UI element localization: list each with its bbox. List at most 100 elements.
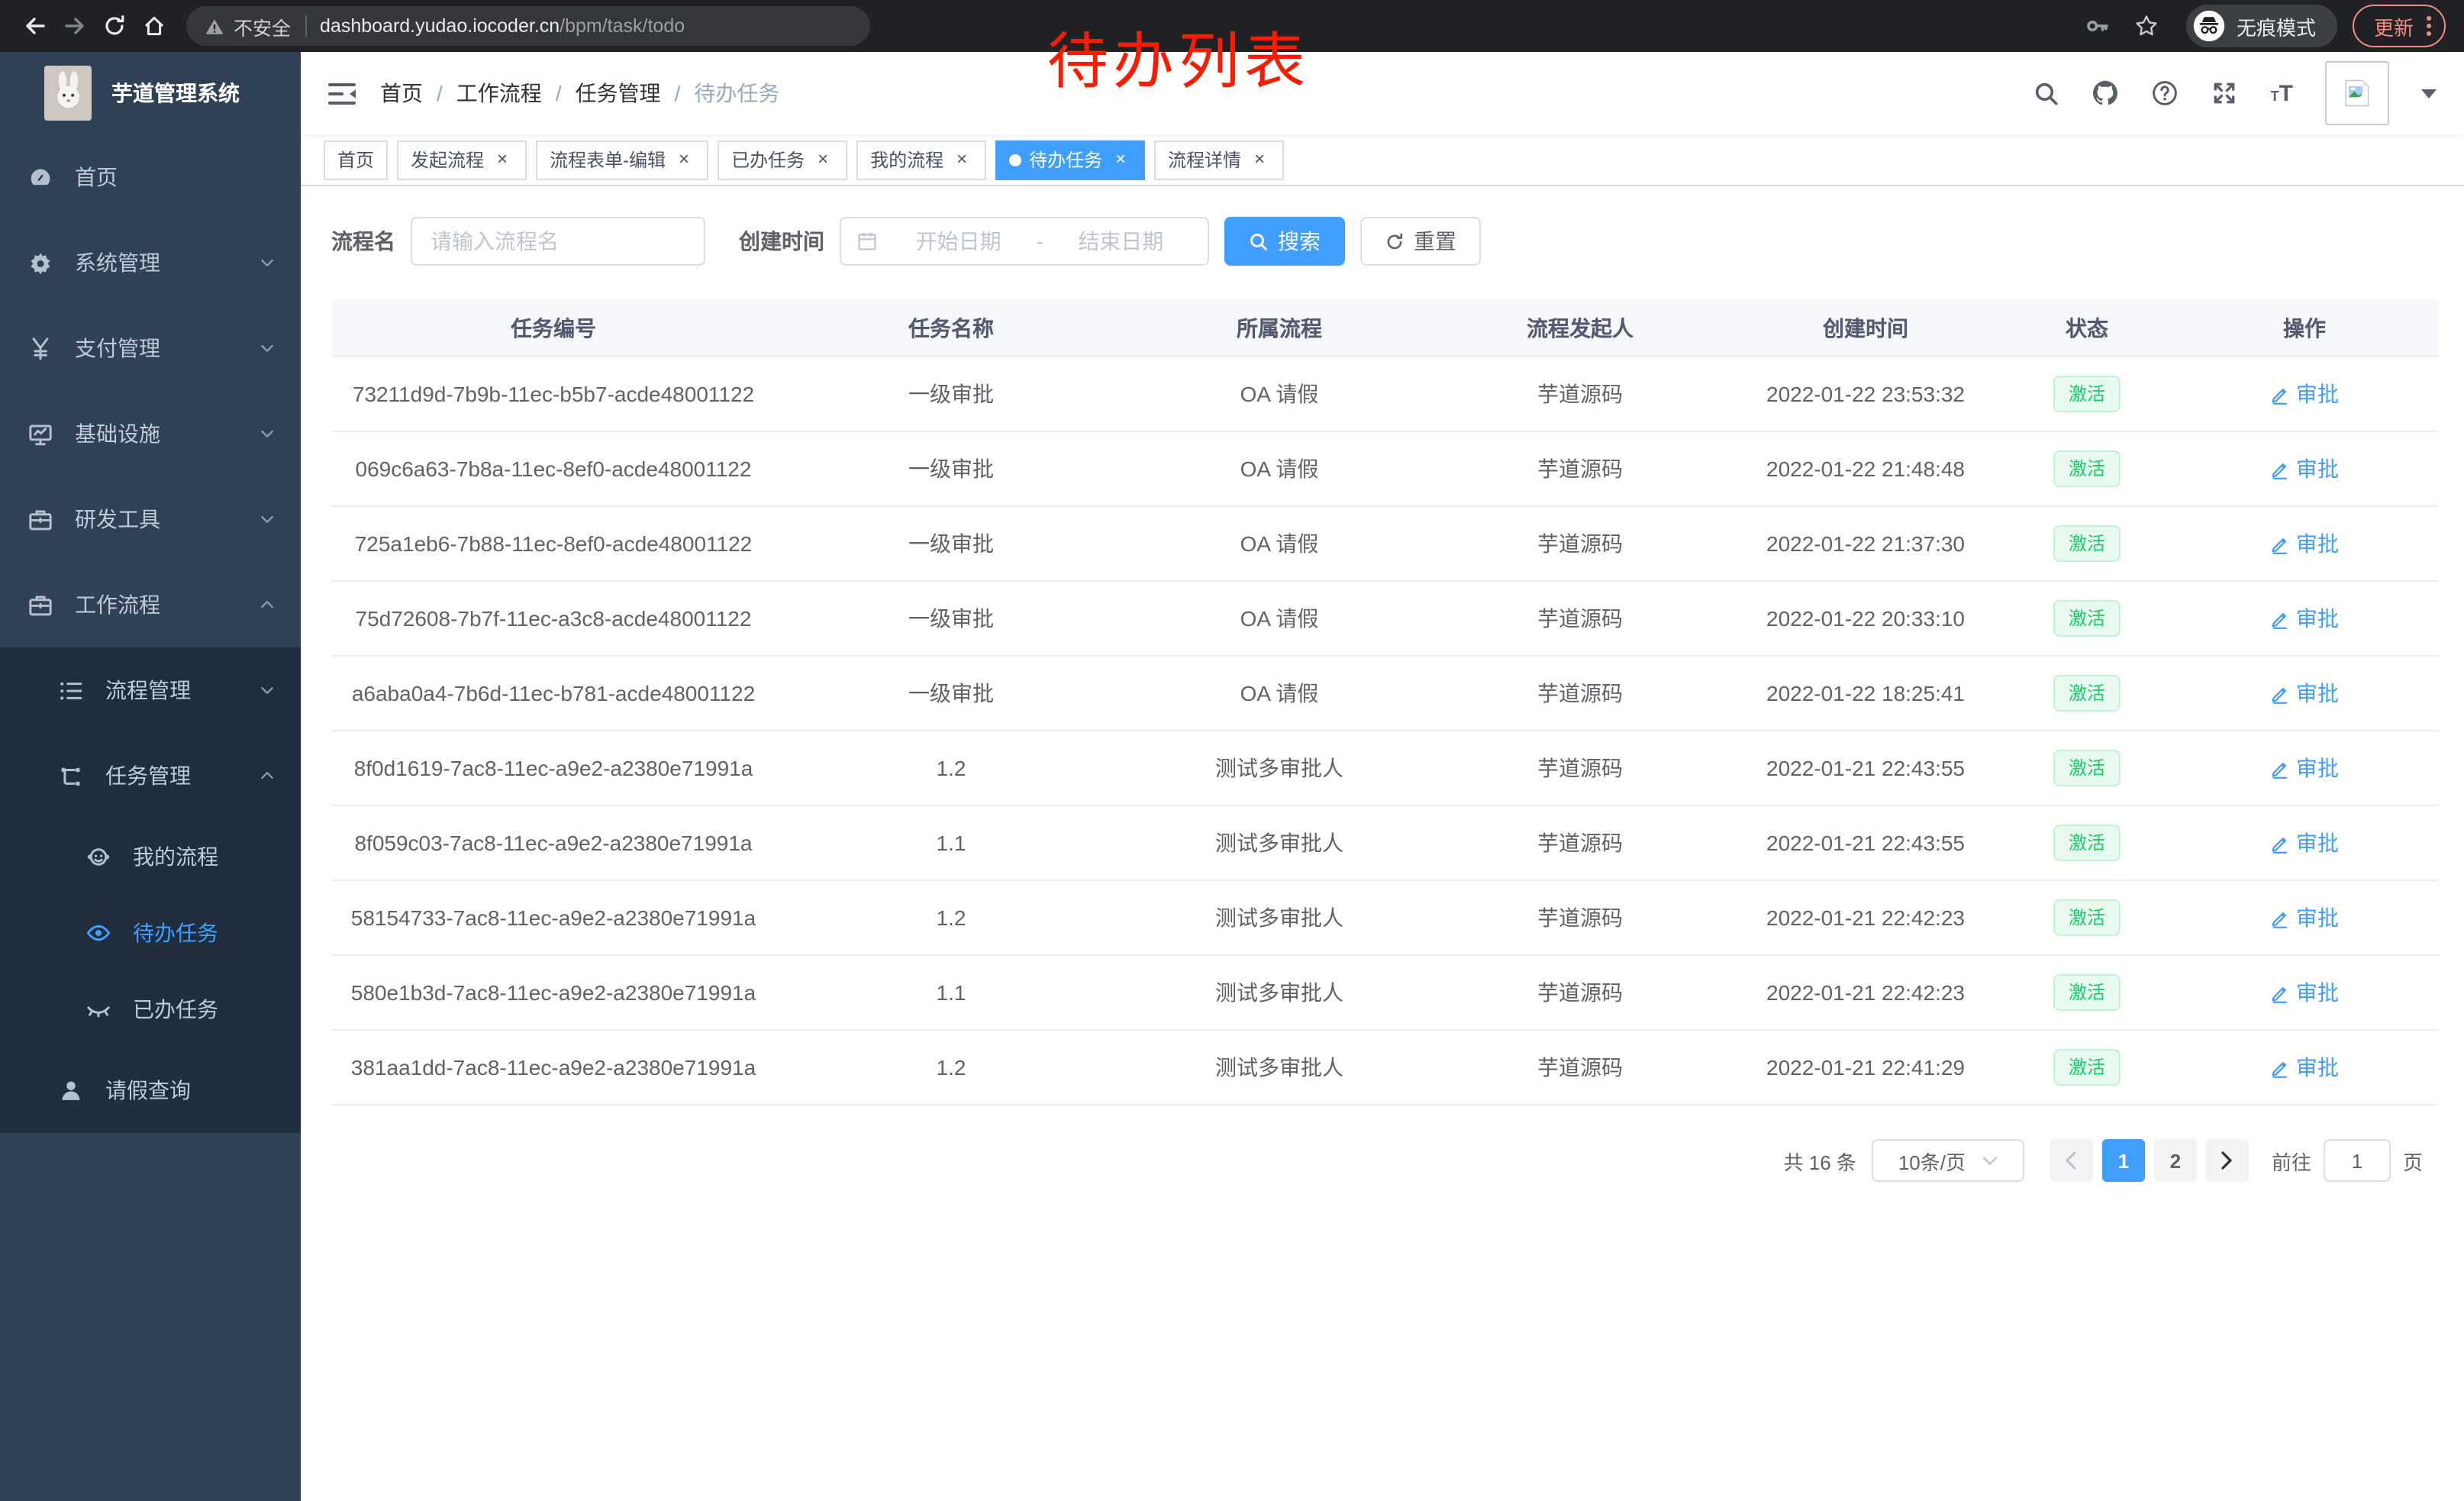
approve-button[interactable]: 审批: [2270, 902, 2339, 933]
tab-首页[interactable]: 首页: [324, 140, 388, 179]
sidebar-item-task-mgmt[interactable]: 任务管理: [0, 733, 301, 818]
tab-流程详情[interactable]: 流程详情 ×: [1154, 140, 1284, 179]
tab-close-icon[interactable]: ×: [492, 149, 513, 170]
status-cell: 激活: [2003, 450, 2171, 487]
task-id-cell: 8f059c03-7ac8-11ec-a9e2-a2380e71991a: [331, 831, 776, 855]
avatar[interactable]: [2325, 61, 2389, 125]
header-search-icon[interactable]: [2034, 80, 2060, 106]
sidebar-item-done-task[interactable]: 已办任务: [0, 971, 301, 1047]
sidebar-item-dev-tools[interactable]: 研发工具: [0, 476, 301, 562]
user-icon: [58, 1077, 84, 1103]
date-range-picker[interactable]: 开始日期 - 结束日期: [840, 217, 1209, 266]
broken-image-icon: [2340, 76, 2374, 110]
prev-page-button[interactable]: [2050, 1139, 2093, 1182]
breadcrumb-item[interactable]: 首页: [380, 78, 423, 108]
breadcrumb-item[interactable]: 任务管理: [576, 78, 661, 108]
sidebar-item-process-mgmt[interactable]: 流程管理: [0, 647, 301, 733]
sidebar-item-home[interactable]: 首页: [0, 134, 301, 220]
created-time-cell: 2022-01-21 22:43:55: [1728, 756, 2003, 780]
approve-button[interactable]: 审批: [2270, 1052, 2339, 1083]
approve-label: 审批: [2296, 678, 2339, 709]
browser-forward-icon[interactable]: [55, 6, 95, 46]
task-name-cell: 一级审批: [776, 528, 1127, 559]
approve-button[interactable]: 审批: [2270, 379, 2339, 409]
font-size-icon[interactable]: TT: [2271, 80, 2293, 106]
sidebar-item-todo-task[interactable]: 待办任务: [0, 895, 301, 971]
task-name-cell: 1.1: [776, 831, 1127, 855]
tab-close-icon[interactable]: ×: [951, 149, 972, 170]
starter-cell: 芋道源码: [1432, 977, 1728, 1008]
breadcrumb-item[interactable]: 工作流程: [456, 78, 542, 108]
sidebar-item-system-mgmt[interactable]: 系统管理: [0, 220, 301, 305]
reset-button-label: 重置: [1414, 226, 1456, 257]
goto-page-input[interactable]: [2324, 1139, 2391, 1182]
approve-button[interactable]: 审批: [2270, 454, 2339, 484]
page-button-2[interactable]: 2: [2154, 1139, 2197, 1182]
tab-发起流程[interactable]: 发起流程 ×: [397, 140, 527, 179]
bookmark-star-icon[interactable]: [2134, 14, 2159, 38]
tab-流程表单-编辑[interactable]: 流程表单-编辑 ×: [536, 140, 708, 179]
sidebar-item-leave-query[interactable]: 请假查询: [0, 1047, 301, 1133]
tab-close-icon[interactable]: ×: [673, 149, 695, 170]
approve-button[interactable]: 审批: [2270, 528, 2339, 559]
approve-button[interactable]: 审批: [2270, 678, 2339, 709]
status-badge: 激活: [2053, 750, 2121, 786]
browser-home-icon[interactable]: [134, 6, 174, 46]
chevron-down-icon: [258, 253, 276, 272]
browser-update-button[interactable]: 更新: [2353, 5, 2446, 47]
tab-close-icon[interactable]: ×: [1249, 149, 1270, 170]
github-icon[interactable]: [2092, 79, 2120, 107]
reset-button[interactable]: 重置: [1360, 217, 1481, 266]
approve-label: 审批: [2296, 603, 2339, 634]
browser-reload-icon[interactable]: [95, 6, 134, 46]
yen-icon: [27, 335, 53, 361]
page-button-1[interactable]: 1: [2102, 1139, 2145, 1182]
avatar-caret-down-icon[interactable]: [2421, 87, 2437, 99]
help-question-icon[interactable]: [2152, 79, 2179, 107]
chevron-up-icon: [258, 767, 276, 785]
annotation-overlay-text: 待办列表: [1047, 12, 1310, 101]
tab-label: 流程表单-编辑: [550, 147, 666, 173]
breadcrumb-separator: /: [675, 81, 681, 105]
edit-pen-icon: [2270, 683, 2290, 703]
sidebar-item-label: 我的流程: [133, 841, 218, 872]
next-page-button[interactable]: [2206, 1139, 2249, 1182]
search-button[interactable]: 搜索: [1224, 217, 1345, 266]
tab-我的流程[interactable]: 我的流程 ×: [856, 140, 986, 179]
task-name-cell: 1.1: [776, 980, 1127, 1005]
tab-close-icon[interactable]: ×: [812, 149, 834, 170]
process-cell: 测试多审批人: [1127, 753, 1432, 783]
sidebar-collapse-icon[interactable]: [328, 82, 356, 105]
sidebar-item-infrastructure[interactable]: 基础设施: [0, 391, 301, 476]
task-name-cell: 1.2: [776, 756, 1127, 780]
page-size-select[interactable]: 10条/页: [1872, 1139, 2024, 1182]
browser-menu-dots-icon[interactable]: [2426, 14, 2432, 38]
approve-button[interactable]: 审批: [2270, 603, 2339, 634]
table-row: 381aa1dd-7ac8-11ec-a9e2-a2380e71991a 1.2…: [331, 1031, 2438, 1106]
table-row: 73211d9d-7b9b-11ec-b5b7-acde48001122 一级审…: [331, 357, 2438, 432]
approve-button[interactable]: 审批: [2270, 977, 2339, 1008]
process-name-input[interactable]: [411, 217, 705, 266]
fullscreen-icon[interactable]: [2211, 79, 2239, 107]
tree-icon: [58, 763, 84, 789]
approve-button[interactable]: 审批: [2270, 753, 2339, 783]
address-bar[interactable]: 不安全 dashboard.yudao.iocoder.cn/bpm/task/…: [186, 6, 870, 46]
approve-button[interactable]: 审批: [2270, 828, 2339, 858]
tab-已办任务[interactable]: 已办任务 ×: [718, 140, 847, 179]
task-name-cell: 一级审批: [776, 603, 1127, 634]
calendar-icon: [856, 231, 878, 252]
browser-back-icon[interactable]: [15, 6, 55, 46]
starter-cell: 芋道源码: [1432, 1052, 1728, 1083]
sidebar-item-my-process[interactable]: 我的流程: [0, 818, 301, 895]
url-divider: [305, 15, 306, 37]
sidebar-item-workflow[interactable]: 工作流程: [0, 562, 301, 647]
task-id-cell: a6aba0a4-7b6d-11ec-b781-acde48001122: [331, 681, 776, 705]
task-id-cell: 580e1b3d-7ac8-11ec-a9e2-a2380e71991a: [331, 980, 776, 1005]
tab-label: 流程详情: [1168, 147, 1241, 173]
sidebar-item-payment-mgmt[interactable]: 支付管理: [0, 305, 301, 391]
breadcrumb-separator: /: [556, 81, 562, 105]
tab-待办任务[interactable]: 待办任务 ×: [995, 140, 1145, 179]
tab-label: 已办任务: [731, 147, 805, 173]
tab-close-icon[interactable]: ×: [1110, 149, 1131, 170]
password-key-icon[interactable]: [2085, 14, 2110, 38]
